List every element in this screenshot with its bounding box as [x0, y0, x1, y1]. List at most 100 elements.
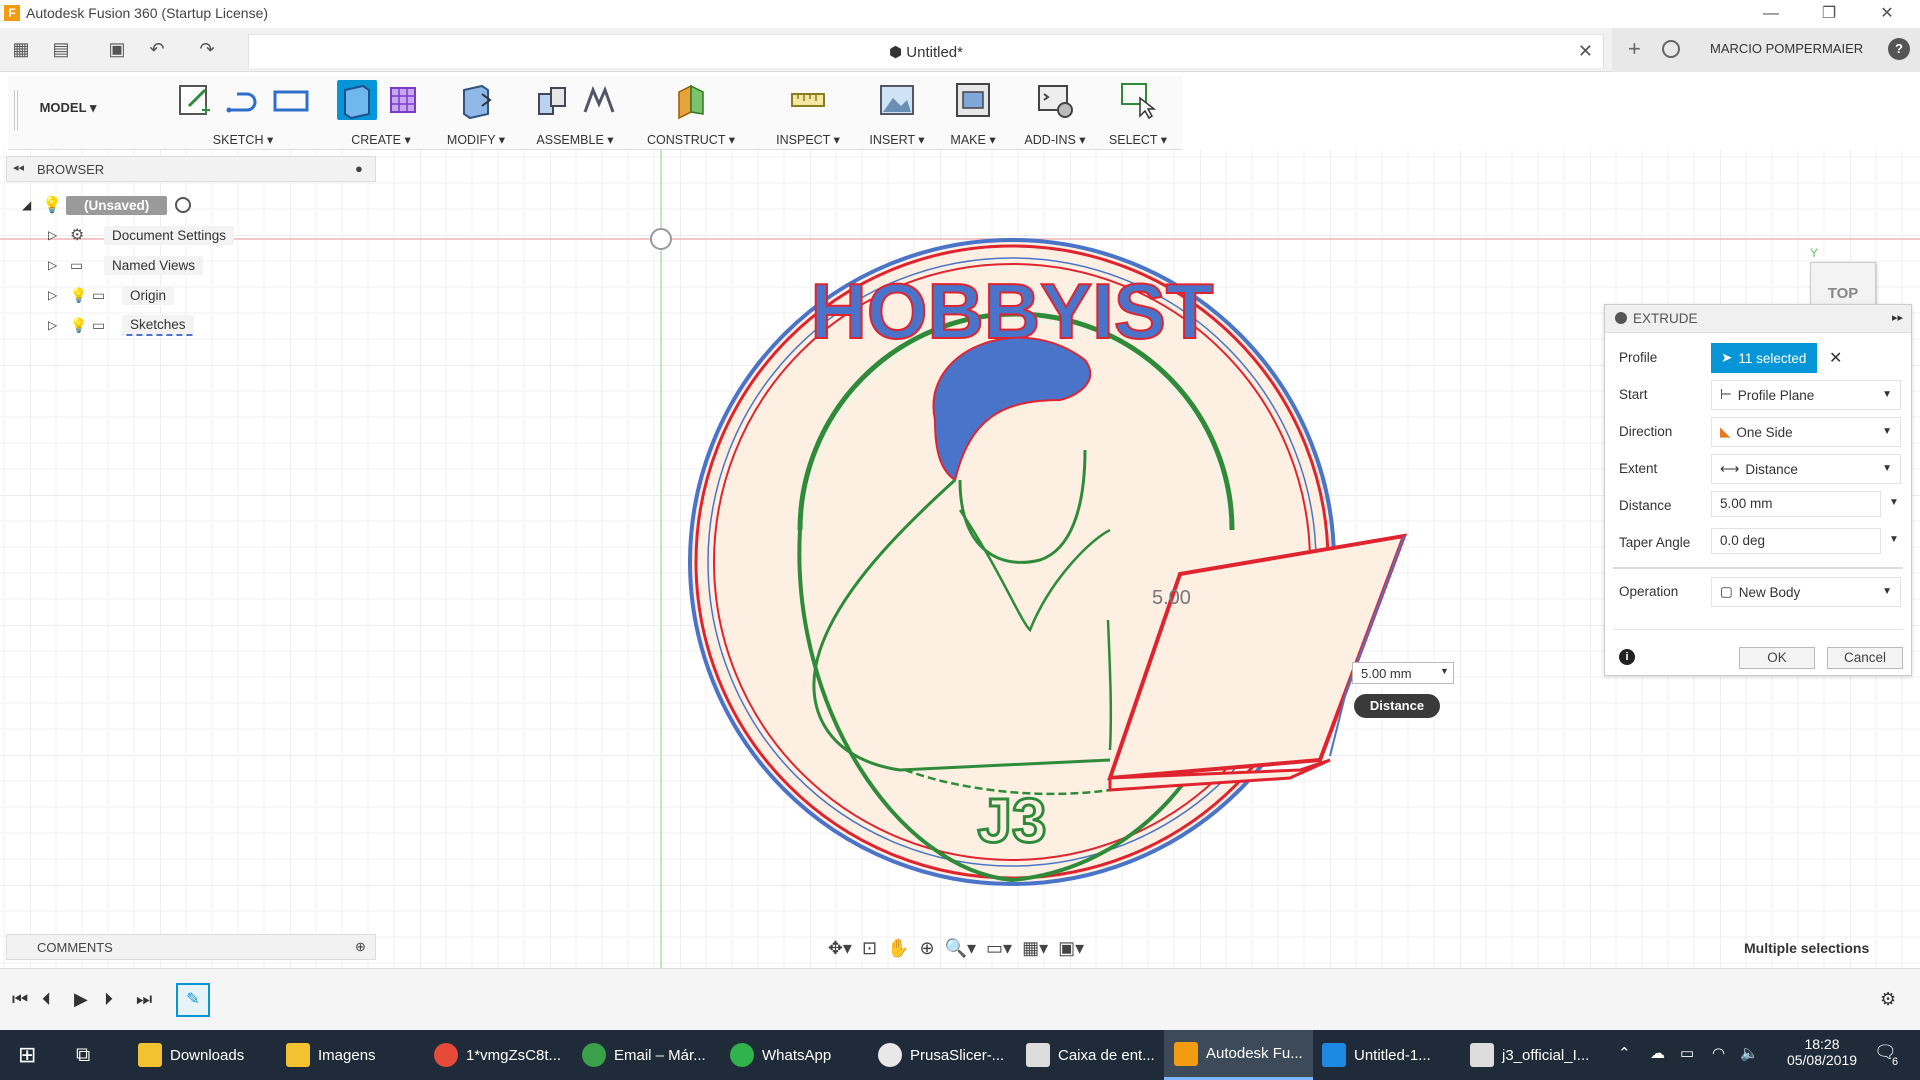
root-component-label[interactable]: (Unsaved) [66, 195, 168, 215]
collapse-arrow-icon[interactable]: ◢ [22, 198, 42, 212]
3d-print-icon[interactable] [953, 80, 993, 120]
orbit-icon[interactable]: ✥▾ [828, 938, 852, 959]
app-grid-icon[interactable]: ▦ [10, 38, 32, 60]
user-name[interactable]: MARCIO POMPERMAIER [1710, 41, 1863, 56]
collapse-browser-icon[interactable]: ◂◂ [13, 161, 24, 174]
direction-select[interactable]: ◣ One Side ▼ [1711, 417, 1901, 447]
press-pull-icon[interactable] [456, 80, 496, 120]
tree-item-label[interactable]: Sketches [122, 314, 194, 336]
start-button[interactable]: ⊞ [8, 1030, 46, 1080]
insert-image-icon[interactable] [877, 80, 917, 120]
extent-select[interactable]: ⟷ Distance ▼ [1711, 454, 1901, 484]
help-icon[interactable]: ? [1888, 38, 1910, 60]
go-to-start-icon[interactable]: ⏮ [12, 989, 28, 1010]
browser-panel-header[interactable]: ◂◂ BROWSER ● [6, 156, 376, 182]
clear-selection-icon[interactable]: ✕ [1829, 348, 1842, 368]
distance-dimension-input[interactable]: 5.00 mm [1352, 662, 1454, 684]
dimension-dropdown-icon[interactable]: ▼ [1440, 666, 1449, 676]
tree-root[interactable]: ◢ 💡 (Unsaved) [22, 190, 322, 220]
timeline-settings-gear-icon[interactable]: ⚙ [1880, 989, 1896, 1010]
document-tab[interactable]: ⬢ Untitled* ✕ [248, 34, 1604, 68]
distance-input[interactable]: 5.00 mm [1711, 491, 1881, 517]
grid-settings-icon[interactable]: ▦▾ [1022, 938, 1048, 959]
toolbar-group-insert[interactable]: INSERT ▾ [858, 76, 936, 150]
chevron-down-icon[interactable]: ▼ [1889, 534, 1899, 545]
cancel-button[interactable]: Cancel [1827, 647, 1903, 669]
go-to-end-icon[interactable]: ⏭ [136, 989, 152, 1010]
minimize-button[interactable]: — [1748, 0, 1794, 28]
taskbar-item-fusion[interactable]: Autodesk Fu... [1164, 1030, 1313, 1080]
taskbar-item-email[interactable]: Email – Már... [572, 1030, 716, 1080]
taskbar-item-vscode[interactable]: Untitled-1... [1312, 1030, 1441, 1080]
expand-arrow-icon[interactable]: ▷ [48, 288, 70, 302]
scripts-icon[interactable] [1035, 80, 1075, 120]
dialog-header[interactable]: EXTRUDE ▸▸ [1605, 305, 1911, 333]
activate-radio-icon[interactable] [175, 197, 192, 213]
toolbar-group-create[interactable]: CREATE ▾ [330, 76, 432, 150]
taskbar-item-prusaslicer[interactable]: PrusaSlicer-... [868, 1030, 1014, 1080]
viewports-icon[interactable]: ▣▾ [1058, 938, 1084, 959]
collapse-dialog-icon[interactable] [1615, 312, 1627, 324]
play-icon[interactable]: ▶ [74, 989, 88, 1010]
step-forward-icon[interactable]: ⏵ [104, 989, 113, 1010]
maximize-button[interactable]: ❐ [1806, 0, 1852, 28]
info-icon[interactable]: i [1619, 649, 1635, 665]
task-view-button[interactable]: ⧉ [66, 1030, 100, 1080]
profile-selection-button[interactable]: ➤ 11 selected [1711, 343, 1817, 373]
toolbar-group-select[interactable]: SELECT ▾ [1100, 76, 1176, 150]
volume-icon[interactable]: 🔈 [1740, 1044, 1759, 1062]
expand-arrow-icon[interactable]: ▷ [48, 318, 70, 332]
tray-status-icon[interactable]: ☁ [1650, 1044, 1665, 1062]
start-select[interactable]: ⊢ Profile Plane ▼ [1711, 380, 1901, 410]
operation-select[interactable]: ▢ New Body ▼ [1711, 577, 1901, 607]
taskbar-item-chrome-1[interactable]: 1*vmgZsC8t... [424, 1030, 571, 1080]
close-tab-button[interactable]: ✕ [1578, 41, 1593, 62]
visibility-bulb-icon[interactable]: 💡 [70, 287, 92, 304]
undo-icon[interactable]: ↶ [146, 38, 168, 60]
save-icon[interactable]: ▣ [106, 38, 128, 60]
ok-button[interactable]: OK [1739, 647, 1815, 669]
visibility-bulb-icon[interactable]: 💡 [42, 195, 66, 215]
tree-item-origin[interactable]: ▷ 💡 ▭ Origin [22, 280, 322, 310]
taskbar-item-imagens[interactable]: Imagens [276, 1030, 386, 1080]
zoom-icon[interactable]: ⊕ [919, 938, 934, 959]
tree-item-label[interactable]: Document Settings [104, 225, 235, 245]
joint-icon[interactable] [579, 80, 619, 120]
close-window-button[interactable]: ✕ [1864, 0, 1910, 28]
taper-angle-input[interactable]: 0.0 deg [1711, 528, 1881, 554]
browser-pin-icon[interactable]: ● [355, 161, 363, 176]
tray-expand-icon[interactable]: ⌃ [1618, 1044, 1631, 1062]
pan-icon[interactable]: ✋ [887, 938, 909, 959]
expand-dialog-icon[interactable]: ▸▸ [1892, 311, 1903, 324]
extrude-icon[interactable] [337, 80, 377, 120]
toolbar-group-assemble[interactable]: ASSEMBLE ▾ [520, 76, 630, 150]
measure-icon[interactable] [788, 80, 828, 120]
tree-item-label[interactable]: Named Views [104, 255, 204, 275]
toolbar-group-construct[interactable]: CONSTRUCT ▾ [636, 76, 746, 150]
display-settings-icon[interactable]: ▭▾ [986, 938, 1012, 959]
taskbar-item-whatsapp[interactable]: WhatsApp [720, 1030, 841, 1080]
job-status-icon[interactable] [1662, 40, 1680, 58]
toolbar-group-addins[interactable]: ADD-INS ▾ [1012, 76, 1098, 150]
new-tab-button[interactable]: + [1628, 36, 1641, 62]
rectangle-icon[interactable] [271, 80, 311, 120]
look-at-icon[interactable]: ⊡ [862, 938, 877, 959]
sketch-create-icon[interactable] [175, 80, 215, 120]
step-back-icon[interactable]: ⏴ [42, 989, 51, 1010]
offset-plane-icon[interactable] [671, 80, 711, 120]
toolbar-group-make[interactable]: MAKE ▾ [938, 76, 1008, 150]
new-component-icon[interactable] [531, 80, 571, 120]
tree-item-document-settings[interactable]: ▷ ⚙ Document Settings [22, 220, 322, 250]
redo-icon[interactable]: ↷ [196, 38, 218, 60]
comments-add-icon[interactable]: ⊕ [355, 939, 366, 955]
tree-item-label[interactable]: Origin [122, 285, 175, 305]
visibility-bulb-icon[interactable]: 💡 [70, 317, 92, 334]
toolbar-group-sketch[interactable]: SKETCH ▾ [158, 76, 328, 150]
taskbar-item-inkscape[interactable]: j3_official_I... [1460, 1030, 1599, 1080]
wifi-icon[interactable]: ◠ [1712, 1044, 1725, 1062]
form-icon[interactable] [385, 80, 425, 120]
toolbar-group-modify[interactable]: MODIFY ▾ [438, 76, 514, 150]
battery-icon[interactable]: ▭ [1680, 1044, 1694, 1062]
toolbar-group-inspect[interactable]: INSPECT ▾ [760, 76, 856, 150]
line-icon[interactable] [223, 80, 263, 120]
